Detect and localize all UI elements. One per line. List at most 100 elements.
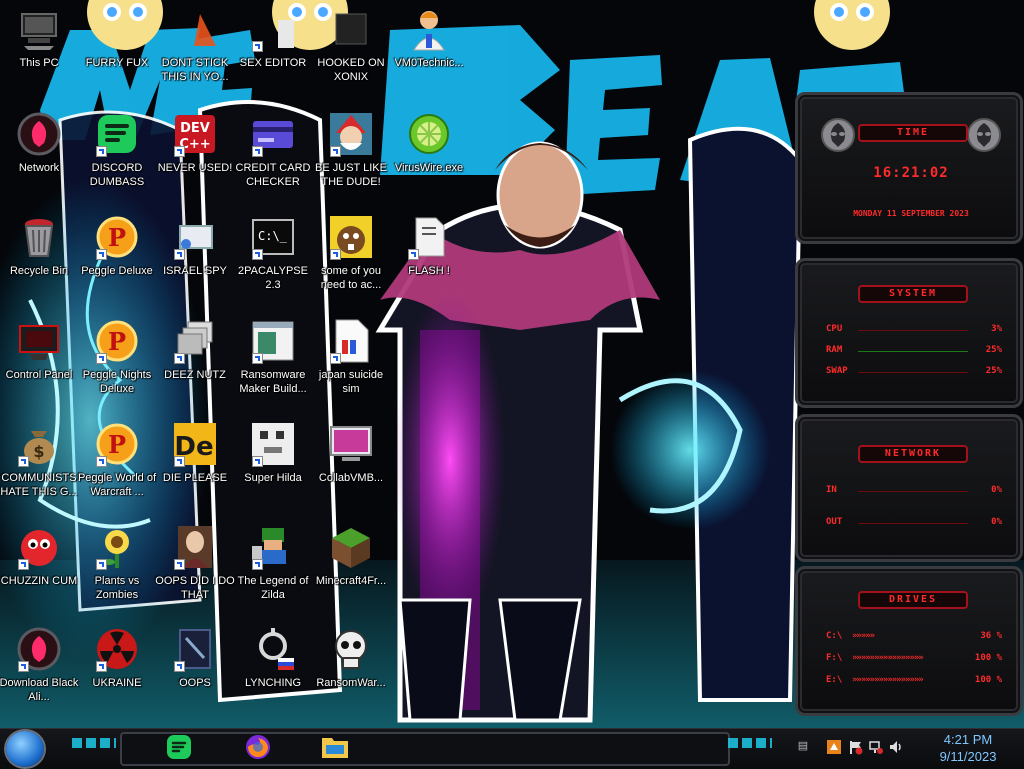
stripes-icon: ▤ (797, 740, 809, 752)
document-icon (328, 318, 374, 364)
desktop-icon-recycle-bin[interactable]: Recycle Bin (0, 208, 81, 306)
desktop-icon-some-of-you[interactable]: some of you need to ac... (309, 208, 393, 306)
icon-label: Recycle Bin (9, 265, 69, 277)
desktop-icon-israel-spy[interactable]: ISRAEL SPY (153, 208, 237, 306)
icon-label: FLASH ! (408, 265, 450, 277)
shortcut-arrow-icon (174, 249, 185, 260)
desktop-icon-furry-fux[interactable]: FURRY FUX (75, 0, 159, 98)
shortcut-arrow-icon (18, 456, 29, 467)
shortcut-arrow-icon (96, 146, 107, 157)
show-hidden-icons-button[interactable]: ▤ (794, 739, 812, 755)
desktop-icon-ransomware-maker[interactable]: Ransomware Maker Build... (231, 312, 315, 410)
desktop-icon-discord-dumbass[interactable]: DISCORD DUMBASS (75, 105, 159, 203)
desktop-icon-peggle-deluxe[interactable]: P Peggle Deluxe (75, 208, 159, 306)
net-in-label: IN (826, 485, 837, 495)
icon-label: This PC (19, 57, 59, 69)
flower-icon (94, 524, 140, 570)
folder-icon (320, 734, 350, 765)
taskbar-pinned-chat-app[interactable] (160, 731, 198, 767)
drive-e-row: E:\ »»»»»»»»»»»»»»»» 100 % (826, 675, 1002, 687)
technician-icon (406, 6, 452, 52)
app-icon (328, 6, 374, 52)
desktop-icon-minecraft[interactable]: Minecraft4Fr... (309, 518, 393, 616)
icon-label: Plants vs Zombies (94, 575, 140, 601)
svg-text:DEV: DEV (180, 121, 210, 136)
network-alien-icon (16, 111, 62, 157)
icon-label: CHUZZIN CUM (0, 575, 78, 587)
desktop-icon-control-panel[interactable]: Control Panel (0, 312, 81, 410)
lime-icon (406, 111, 452, 157)
tray-volume-icon[interactable] (888, 739, 904, 755)
taskbar-pinned-file-explorer[interactable] (316, 731, 354, 767)
time-widget[interactable]: TIME 16:21:02 MONDAY 11 SEPTEMBER 2023 (795, 92, 1023, 244)
drive-e-value: 100 % (974, 675, 1002, 685)
desktop-icon-deez-nutz[interactable]: DEEZ NUTZ (153, 312, 237, 410)
desktop-icon-credit-card-checker[interactable]: CREDIT CARD CHECKER (231, 105, 315, 203)
desktop-icon-ukraine[interactable]: UKRAINE (75, 620, 159, 718)
taskbar-cyan-lights-left (72, 738, 116, 748)
desktop-icon-peggle-nights[interactable]: P Peggle Nights Deluxe (75, 312, 159, 410)
tray-network-icon[interactable] (868, 739, 884, 755)
shortcut-arrow-icon (252, 249, 263, 260)
taskbar-clock[interactable]: 4:21 PM 9/11/2023 (920, 731, 1016, 767)
drive-c-value: 36 % (980, 631, 1002, 641)
desktop-icon-die-please[interactable]: De DIE PLEASE (153, 415, 237, 513)
svg-text:P: P (108, 430, 126, 459)
net-out-value: 0% (991, 517, 1002, 527)
drives-widget[interactable]: DRIVES C:\ »»»»» 36 % F:\ »»»»»»»»»»»»»»… (795, 566, 1023, 716)
desktop-icon-2pacalypse[interactable]: C:\_ 2PACALYPSE 2.3 (231, 208, 315, 306)
taskbar-pinned-firefox[interactable] (239, 731, 277, 767)
desktop-icon-never-used[interactable]: DEV C++ NEVER USED! (153, 105, 237, 203)
ram-graph (858, 351, 968, 352)
shortcut-arrow-icon (330, 249, 341, 260)
desktop-icon-network[interactable]: Network (0, 105, 81, 203)
shortcut-arrow-icon (252, 41, 263, 52)
icon-label: HOOKED ON XONIX (317, 57, 385, 83)
alienware-icon (16, 626, 62, 672)
windows-stack-icon (172, 318, 218, 364)
ram-row: RAM 25% (826, 345, 1002, 357)
tray-flag-icon[interactable] (848, 739, 864, 755)
money-bag-icon: $ (16, 421, 62, 467)
icon-label: CREDIT CARD CHECKER (235, 162, 311, 188)
shortcut-arrow-icon (96, 661, 107, 672)
cpu-label: CPU (826, 324, 843, 334)
chuzzle-icon (16, 524, 62, 570)
desktop-icon-lynching[interactable]: LYNCHING (231, 620, 315, 718)
system-widget[interactable]: SYSTEM CPU 3% RAM 25% SWAP 25% (795, 258, 1023, 408)
desktop-icon-download-black-ali[interactable]: Download Black Ali... (0, 620, 81, 718)
desktop-icon-hooked-on-xonix[interactable]: HOOKED ON XONIX (309, 0, 393, 98)
desktop-icon-this-pc[interactable]: This PC (0, 0, 81, 98)
shortcut-arrow-icon (96, 559, 107, 570)
drive-f-value: 100 % (974, 653, 1002, 663)
desktop-icon-sex-editor[interactable]: SEX EDITOR (231, 0, 315, 98)
desktop-icon-super-hilda[interactable]: Super Hilda (231, 415, 315, 513)
swap-label: SWAP (826, 366, 848, 376)
desktop-icon-vm0technic[interactable]: VM0Technic... (387, 0, 471, 98)
desktop-icon-collabvm[interactable]: CollabVMB... (309, 415, 393, 513)
desktop-icon-dont-stick[interactable]: DONT STICK THIS IN YO... (153, 0, 237, 98)
desktop-icon-oops-did-i[interactable]: OOPS DID I DO THAT (153, 518, 237, 616)
icon-label: UKRAINE (92, 677, 142, 689)
desktop-icon-communists[interactable]: $ COMMUNISTS HATE THIS G... (0, 415, 81, 513)
network-widget[interactable]: NETWORK IN 0% OUT 0% (795, 414, 1023, 562)
start-button[interactable] (6, 731, 44, 767)
desktop-icon-peggle-wow[interactable]: P Peggle World of Warcraft ... (75, 415, 159, 513)
desktop-icon-japan-suicide-sim[interactable]: japan suicide sim (309, 312, 393, 410)
svg-text:P: P (108, 223, 126, 252)
desktop-icon-plants-vs-zombies[interactable]: Plants vs Zombies (75, 518, 159, 616)
tray-app-icon[interactable] (826, 739, 842, 755)
spy-app-icon (172, 214, 218, 260)
desktop-icon-ransomware[interactable]: RansomWar... (309, 620, 393, 718)
icon-label: 2PACALYPSE 2.3 (238, 265, 308, 291)
desktop-icon-be-just-like-dude[interactable]: BE JUST LIKE THE DUDE! (309, 105, 393, 203)
desktop-icon-flash[interactable]: FLASH ! (387, 208, 471, 306)
credit-card-icon (250, 111, 296, 157)
desktop-icon-viruswire[interactable]: VirusWire.exe (387, 105, 471, 203)
icon-label: NEVER USED! (157, 162, 233, 174)
icon-label: DISCORD DUMBASS (89, 162, 145, 188)
cpu-value: 3% (991, 324, 1002, 334)
desktop-icon-chuzzin[interactable]: CHUZZIN CUM (0, 518, 81, 616)
desktop-icon-oops[interactable]: OOPS (153, 620, 237, 718)
desktop-icon-legend-of-zilda[interactable]: The Legend of Zilda (231, 518, 315, 616)
